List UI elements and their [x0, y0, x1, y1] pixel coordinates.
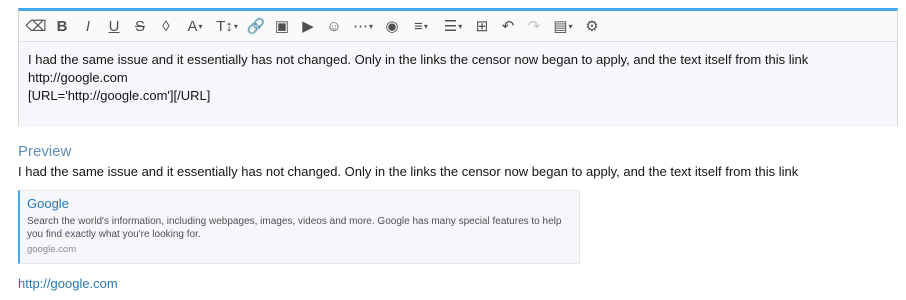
- media-icon: ▶: [302, 18, 314, 35]
- remove-format-button[interactable]: ⌫: [23, 13, 49, 39]
- align-icon: ≡: [414, 17, 423, 35]
- emoji-icon: ☺: [326, 17, 342, 35]
- font-family-button[interactable]: A ▾: [179, 13, 211, 39]
- drafts-icon: ▤: [553, 18, 568, 35]
- editor-line: http://google.com: [28, 70, 128, 85]
- color-drop-button[interactable]: ◊: [153, 13, 179, 39]
- more-button[interactable]: ⋯ ▾: [347, 13, 379, 39]
- remove-format-icon: ⌫: [25, 18, 47, 35]
- editor-text-area[interactable]: I had the same issue and it essentially …: [19, 42, 897, 127]
- preview-heading: Preview: [18, 143, 72, 160]
- camera-icon: ◉: [385, 18, 399, 35]
- more-icon: ⋯: [352, 18, 368, 35]
- image-button[interactable]: ▣: [269, 13, 295, 39]
- rich-text-editor: ⌫ B I U S ◊ A ▾ T↕ ▾ 🔗 ▣ ▶ ☺ ⋯ ▾ ◉ ≡ ▾ ☰ ▾ ⊞ ↶ ↷ ▤ ▾ ⚙ I had the s…: [18, 8, 898, 127]
- underline-icon: U: [108, 17, 120, 35]
- unfurl-description: Search the world's information, includin…: [27, 216, 562, 240]
- list-icon: ☰: [443, 18, 458, 35]
- link-button[interactable]: 🔗: [243, 13, 269, 39]
- editor-line: I had the same issue and it essentially …: [28, 52, 809, 67]
- unfurl-domain: google.com: [27, 244, 77, 255]
- link-icon: 🔗: [246, 18, 266, 35]
- drafts-button[interactable]: ▤ ▾: [547, 13, 579, 39]
- unfurl-title[interactable]: Google: [27, 196, 572, 211]
- editor-toolbar: ⌫ B I U S ◊ A ▾ T↕ ▾ 🔗 ▣ ▶ ☺ ⋯ ▾ ◉ ≡ ▾ ☰ ▾ ⊞ ↶ ↷ ▤ ▾ ⚙: [19, 11, 897, 42]
- chevron-down-icon: ▾: [458, 21, 463, 31]
- color-drop-icon: ◊: [162, 17, 170, 35]
- chevron-down-icon: ▾: [233, 21, 238, 31]
- list-button[interactable]: ☰ ▾: [437, 13, 469, 39]
- italic-icon: I: [85, 17, 91, 35]
- undo-button[interactable]: ↶: [495, 13, 521, 39]
- font-size-button[interactable]: T↕ ▾: [211, 13, 243, 39]
- chevron-down-icon: ▾: [198, 21, 203, 31]
- redo-icon: ↷: [527, 18, 541, 35]
- emoji-button[interactable]: ☺: [321, 13, 347, 39]
- preview-link[interactable]: http://google.com: [18, 276, 118, 291]
- font-family-icon: A: [187, 17, 198, 35]
- editor-line: [URL='http://google.com'][/URL]: [28, 88, 211, 103]
- chevron-down-icon: ▾: [423, 21, 428, 31]
- media-button[interactable]: ▶: [295, 13, 321, 39]
- settings-button[interactable]: ⚙: [579, 13, 605, 39]
- italic-button[interactable]: I: [75, 13, 101, 39]
- camera-button[interactable]: ◉: [379, 13, 405, 39]
- settings-icon: ⚙: [585, 18, 599, 35]
- table-icon: ⊞: [475, 18, 489, 35]
- bold-icon: B: [56, 17, 68, 35]
- chevron-down-icon: ▾: [368, 21, 373, 31]
- align-button[interactable]: ≡ ▾: [405, 13, 437, 39]
- bold-button[interactable]: B: [49, 13, 75, 39]
- strikethrough-icon: S: [134, 17, 145, 35]
- table-button[interactable]: ⊞: [469, 13, 495, 39]
- chevron-down-icon: ▾: [568, 21, 573, 31]
- image-icon: ▣: [274, 18, 290, 35]
- undo-icon: ↶: [501, 18, 515, 35]
- preview-text: I had the same issue and it essentially …: [18, 164, 799, 179]
- strikethrough-button[interactable]: S: [127, 13, 153, 39]
- underline-button[interactable]: U: [101, 13, 127, 39]
- link-unfurl-card[interactable]: Google Search the world's information, i…: [18, 190, 580, 264]
- font-size-icon: T↕: [216, 17, 233, 35]
- redo-button[interactable]: ↷: [521, 13, 547, 39]
